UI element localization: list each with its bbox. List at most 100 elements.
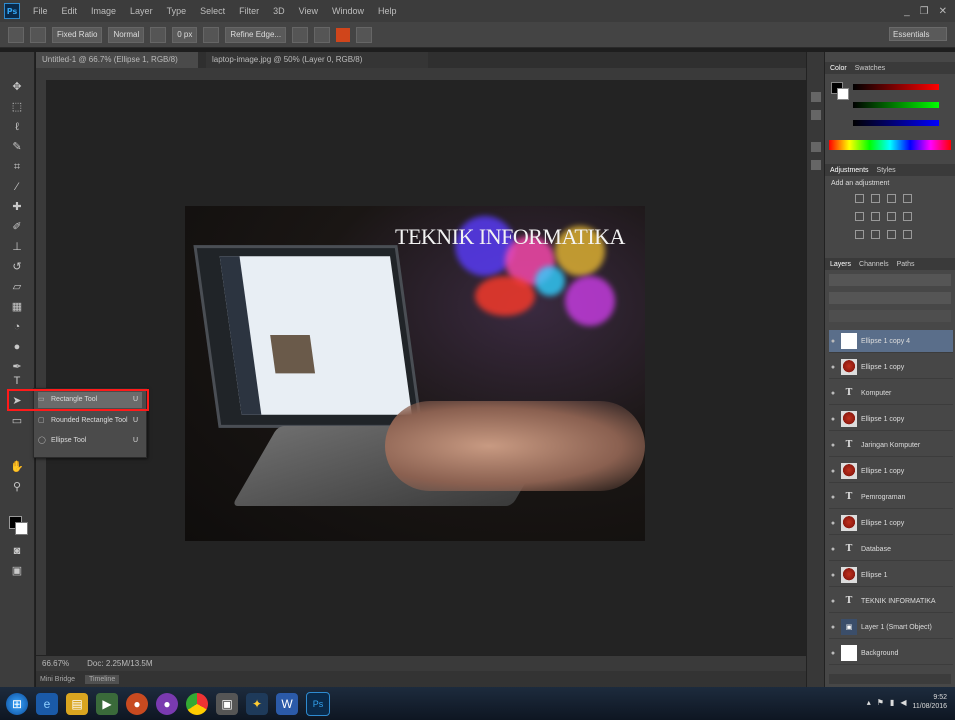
volume-icon[interactable]: ◀ <box>900 698 906 707</box>
levels-icon[interactable] <box>871 194 880 203</box>
threshold-icon[interactable] <box>887 230 896 239</box>
flyout-ellipse-tool[interactable]: ◯ Ellipse Tool U <box>38 433 142 449</box>
style-dropdown[interactable]: Normal <box>108 26 145 43</box>
quick-mask-icon[interactable]: ◙ <box>10 544 24 558</box>
visibility-eye-icon[interactable]: ● <box>829 650 837 657</box>
tab-paths[interactable]: Paths <box>897 261 915 268</box>
visibility-eye-icon[interactable]: ● <box>829 390 837 397</box>
color-spectrum[interactable] <box>829 140 951 150</box>
close-button[interactable]: ✕ <box>939 6 947 17</box>
lasso-tool-icon[interactable]: ℓ <box>10 120 24 134</box>
clone-stamp-tool-icon[interactable]: ⊥ <box>10 240 24 254</box>
link-icon[interactable] <box>203 26 220 43</box>
chrome-icon[interactable] <box>186 692 208 715</box>
zoom-tool-icon[interactable]: ⚲ <box>10 480 24 494</box>
start-icon[interactable]: ⊞ <box>6 692 28 715</box>
posterize-icon[interactable] <box>871 230 880 239</box>
layer-row[interactable]: ● Ellipse 1 copy <box>829 512 953 535</box>
minimize-button[interactable]: _ <box>904 6 910 17</box>
blue-slider[interactable] <box>853 120 939 126</box>
history-panel-icon[interactable] <box>811 92 821 102</box>
screen-mode-icon[interactable]: ▣ <box>10 564 24 578</box>
menu-layer[interactable]: Layer <box>123 6 160 16</box>
layer-row[interactable]: ● T TEKNIK INFORMATIKA <box>829 590 953 613</box>
app-icon[interactable]: ▣ <box>216 692 238 715</box>
type-tool-icon[interactable]: T <box>10 374 24 388</box>
visibility-eye-icon[interactable]: ● <box>829 416 837 423</box>
black-white-icon[interactable] <box>903 212 912 221</box>
layer-row[interactable]: ● Ellipse 1 copy <box>829 356 953 379</box>
visibility-eye-icon[interactable]: ● <box>829 520 837 527</box>
lock-fill-bar[interactable] <box>829 310 951 322</box>
visibility-eye-icon[interactable]: ● <box>829 468 837 475</box>
flag-icon[interactable]: ⚑ <box>877 698 884 707</box>
flyout-rounded-rectangle-tool[interactable]: ▢ Rounded Rectangle Tool U <box>38 413 142 429</box>
brightness-icon[interactable] <box>855 194 864 203</box>
menu-help[interactable]: Help <box>371 6 404 16</box>
properties-panel-icon[interactable] <box>811 110 821 120</box>
menu-file[interactable]: File <box>26 6 55 16</box>
menu-image[interactable]: Image <box>84 6 123 16</box>
layer-row[interactable]: ● Background <box>829 642 953 665</box>
gradient-tool-icon[interactable]: ▦ <box>10 300 24 314</box>
red-slider[interactable] <box>853 84 939 90</box>
tab-styles[interactable]: Styles <box>877 167 896 174</box>
brush-tool-icon[interactable]: ✐ <box>10 220 24 234</box>
width-field[interactable]: 0 px <box>172 26 198 43</box>
app-icon[interactable]: ✦ <box>246 692 268 715</box>
visibility-eye-icon[interactable]: ● <box>829 624 837 631</box>
menu-type[interactable]: Type <box>160 6 194 16</box>
green-slider[interactable] <box>853 102 939 108</box>
exposure-icon[interactable] <box>903 194 912 203</box>
crop-tool-icon[interactable]: ⌗ <box>10 160 24 174</box>
document-tab[interactable]: laptop-image.jpg @ 50% (Layer 0, RGB/8) <box>206 52 428 68</box>
visibility-eye-icon[interactable]: ● <box>829 546 837 553</box>
quick-select-tool-icon[interactable]: ✎ <box>10 140 24 154</box>
media-player-icon[interactable]: ▶ <box>96 692 118 715</box>
paragraph-panel-icon[interactable] <box>811 160 821 170</box>
visibility-eye-icon[interactable]: ● <box>829 598 837 605</box>
arrange-icon[interactable] <box>314 26 331 43</box>
eyedropper-tool-icon[interactable]: ⁄ <box>10 180 24 194</box>
menu-window[interactable]: Window <box>325 6 371 16</box>
stroke-color-icon[interactable] <box>336 27 351 42</box>
menu-3d[interactable]: 3D <box>266 6 292 16</box>
menu-filter[interactable]: Filter <box>232 6 266 16</box>
menu-select[interactable]: Select <box>193 6 232 16</box>
layer-row[interactable]: ● Ellipse 1 copy <box>829 460 953 483</box>
visibility-eye-icon[interactable]: ● <box>829 364 837 371</box>
tab-color[interactable]: Color <box>830 65 847 72</box>
layer-row[interactable]: ● T Komputer <box>829 382 953 405</box>
document-tab-active[interactable]: Untitled-1 @ 66.7% (Ellipse 1, RGB/8) <box>36 52 198 68</box>
layer-filter-bar[interactable] <box>829 274 951 286</box>
app-icon[interactable]: ● <box>156 692 178 715</box>
eraser-tool-icon[interactable]: ▱ <box>10 280 24 294</box>
color-balance-icon[interactable] <box>887 212 896 221</box>
zoom-level[interactable]: 66.67% <box>42 659 69 668</box>
vibrance-icon[interactable] <box>855 212 864 221</box>
visibility-eye-icon[interactable]: ● <box>829 442 837 449</box>
refine-edge-button[interactable]: Refine Edge... <box>225 26 287 43</box>
internet-explorer-icon[interactable]: e <box>36 692 58 715</box>
fill-swatch-icon[interactable] <box>150 26 167 43</box>
align-icon[interactable] <box>292 26 309 43</box>
history-brush-tool-icon[interactable]: ↺ <box>10 260 24 274</box>
visibility-eye-icon[interactable]: ● <box>829 494 837 501</box>
gradient-map-icon[interactable] <box>903 230 912 239</box>
move-tool-icon[interactable]: ✥ <box>10 80 24 94</box>
tab-mini-bridge[interactable]: Mini Bridge <box>40 676 75 683</box>
tool-preset-icon[interactable] <box>8 26 24 43</box>
firefox-icon[interactable]: ● <box>126 692 148 715</box>
new-selection-icon[interactable] <box>30 26 46 43</box>
visibility-eye-icon[interactable]: ● <box>829 572 837 579</box>
visibility-eye-icon[interactable]: ● <box>829 338 837 345</box>
character-panel-icon[interactable] <box>811 142 821 152</box>
tab-layers[interactable]: Layers <box>830 261 851 268</box>
invert-icon[interactable] <box>855 230 864 239</box>
layer-row[interactable]: ● Ellipse 1 copy 4 <box>829 330 953 353</box>
gear-icon[interactable] <box>356 26 373 43</box>
preset-dropdown[interactable]: Fixed Ratio <box>52 26 103 43</box>
layer-row[interactable]: ● T Pemrograman <box>829 486 953 509</box>
tab-timeline[interactable]: Timeline <box>85 674 120 684</box>
healing-brush-tool-icon[interactable]: ✚ <box>10 200 24 214</box>
